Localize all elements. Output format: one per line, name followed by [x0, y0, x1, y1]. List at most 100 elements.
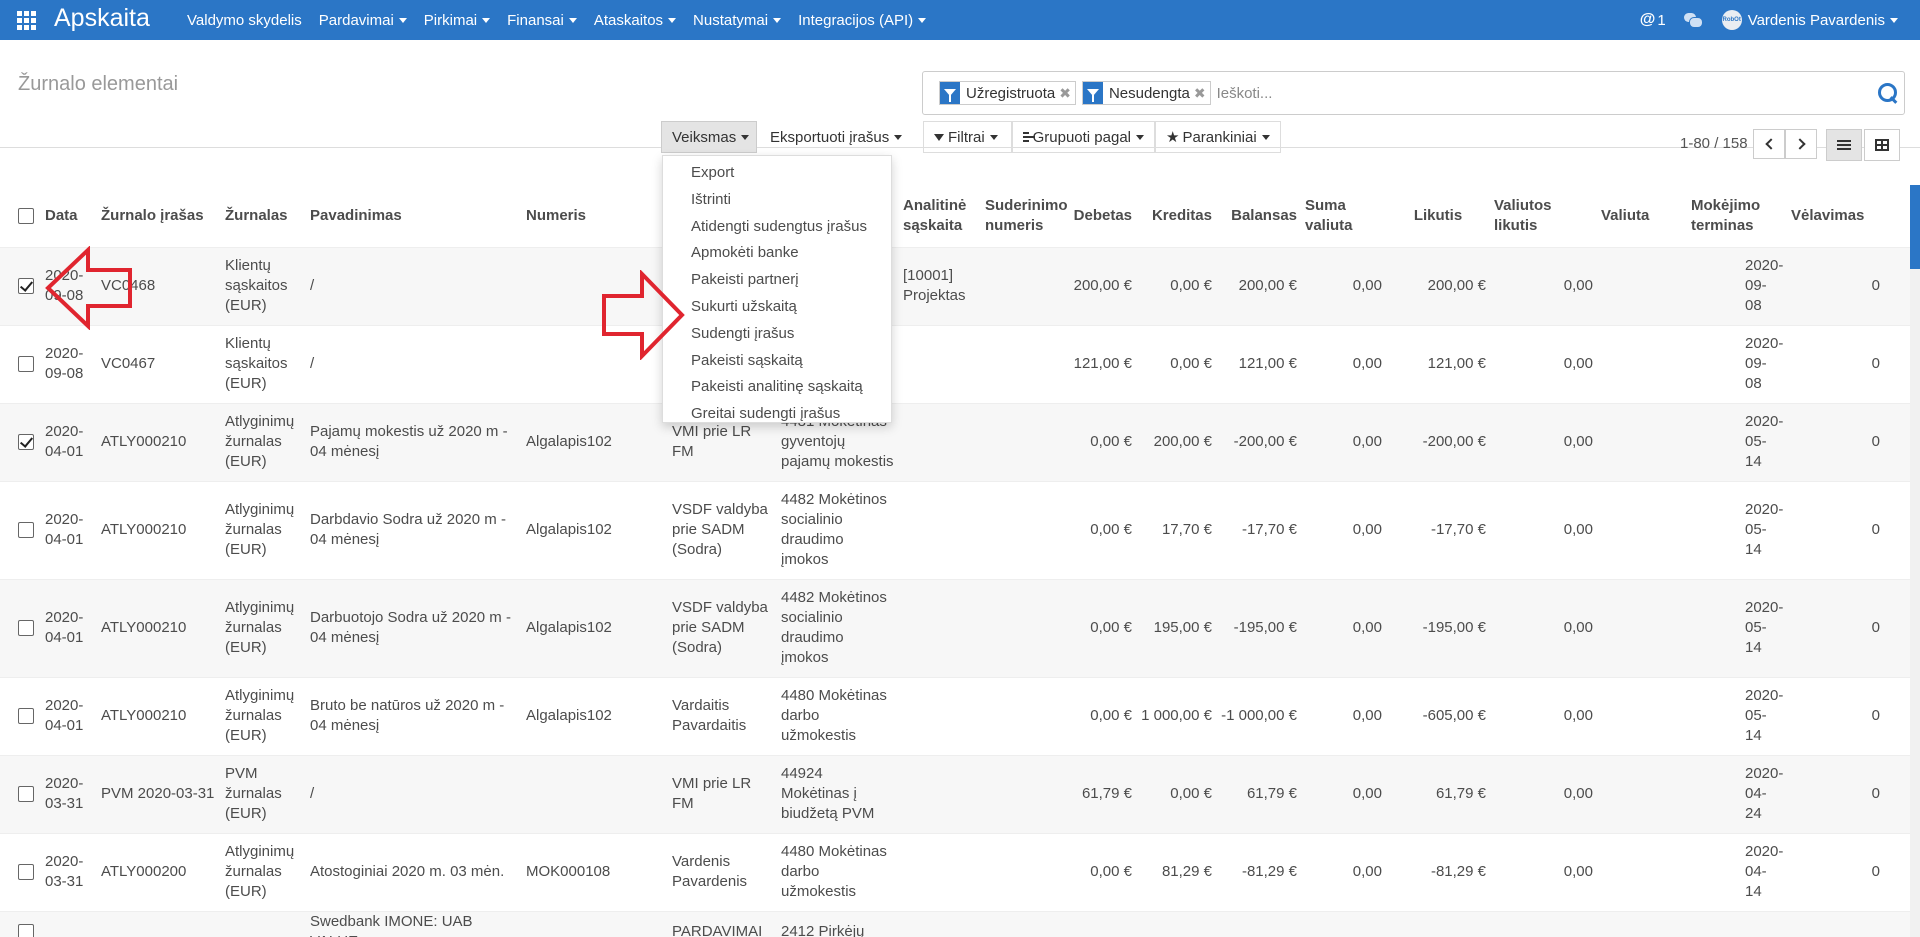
avatar[interactable]: RobOt — [1721, 10, 1742, 30]
pivot-view-button[interactable] — [1864, 129, 1900, 161]
cell-residual: 61,79 € — [1435, 785, 1486, 802]
table-row[interactable]: 2020-03-31 PVM 2020-03-31 PVM žurnalas (EU… — [0, 755, 1910, 833]
select-all-checkbox[interactable] — [18, 207, 34, 224]
row-checkbox[interactable] — [18, 864, 34, 881]
table-row[interactable]: 2020-09-08 VC0468 Klientų sąskaitos (EUR) /… — [0, 247, 1910, 325]
scrollbar-thumb[interactable] — [1910, 185, 1920, 269]
row-select-cell[interactable] — [0, 755, 41, 833]
action-menu-item[interactable]: Sukurti užskaitą — [663, 294, 891, 321]
column-header[interactable]: Suma valiuta — [1301, 185, 1386, 247]
row-select-cell[interactable] — [0, 579, 41, 677]
filters-button[interactable]: Filtrai — [923, 121, 1012, 153]
table-row[interactable]: 2020-04-01 ATLY000210 Atlyginimų žurnalas … — [0, 403, 1910, 481]
export-records-button[interactable]: Eksportuoti įrašus — [759, 121, 905, 153]
row-checkbox[interactable] — [18, 786, 34, 803]
row-checkbox[interactable] — [18, 356, 34, 373]
row-select-cell[interactable] — [0, 325, 41, 403]
nav-item-6[interactable]: Integracijos (API) — [798, 12, 927, 29]
action-menu-item[interactable]: Pakeisti sąskaitą — [663, 348, 891, 375]
row-select-cell[interactable] — [0, 911, 41, 937]
row-select-cell[interactable] — [0, 833, 41, 911]
cell-entry: ATLY000210 — [101, 521, 187, 538]
search-facet-unreconciled[interactable]: Nesudengta ✖ — [1081, 81, 1211, 105]
action-menu-item[interactable]: Atidengti sudengtus įrašus — [663, 214, 891, 241]
group-by-button-label: Grupuoti pagal — [1032, 128, 1131, 146]
action-menu-item[interactable]: Greitai sudengti įrašus — [663, 401, 891, 428]
row-select-cell[interactable] — [0, 677, 41, 755]
column-header[interactable]: Žurnalo įrašas — [97, 185, 221, 247]
select-all-checkbox-cell[interactable] — [0, 185, 41, 247]
row-checkbox[interactable] — [18, 434, 34, 451]
table-row[interactable]: 2020-04-01 ATLY000210 Atlyginimų žurnalas … — [0, 677, 1910, 755]
chevron-down-icon — [1136, 134, 1144, 140]
pager-next-button[interactable] — [1785, 129, 1817, 159]
action-menu-item[interactable]: Sudengti įrašus — [663, 321, 891, 348]
close-icon[interactable]: ✖ — [1194, 85, 1210, 102]
row-select-cell[interactable] — [0, 481, 41, 579]
mentions-button[interactable]: @ 1 — [1640, 11, 1666, 29]
column-header[interactable]: Analitinė sąskaita — [899, 185, 981, 247]
list-view-button[interactable] — [1826, 129, 1862, 161]
cell-name: Darbdavio Sodra už 2020 m - 04 mėnesį — [310, 511, 506, 548]
nav-item-2[interactable]: Pirkimai — [424, 12, 491, 29]
table-row[interactable]: 2020-04-01 ATLY000210 Atlyginimų žurnalas … — [0, 579, 1910, 677]
column-header[interactable]: Suderinimo numeris — [981, 185, 1068, 247]
search-box[interactable]: Užregistruota ✖ Nesudengta ✖ — [922, 71, 1905, 115]
column-header[interactable]: Debetas — [1068, 185, 1136, 247]
column-header[interactable]: Data — [41, 185, 97, 247]
group-by-button[interactable]: Grupuoti pagal — [1012, 121, 1155, 153]
close-icon[interactable]: ✖ — [1059, 85, 1075, 102]
row-checkbox[interactable] — [18, 923, 34, 937]
column-header[interactable]: Kreditas — [1136, 185, 1216, 247]
column-header[interactable]: Valiuta — [1597, 185, 1687, 247]
app-brand[interactable]: Apskaita — [54, 4, 150, 33]
action-dropdown-button[interactable]: Veiksmas — [661, 121, 757, 153]
table-row[interactable]: 2020-09-08 VC0467 Klientų sąskaitos (EUR) /… — [0, 325, 1910, 403]
column-header[interactable]: Vėlavimas — [1787, 185, 1910, 247]
row-select-cell[interactable] — [0, 247, 41, 325]
bars-icon — [1023, 132, 1035, 142]
column-header[interactable]: Mokėjimo terminas — [1687, 185, 1787, 247]
action-menu-item[interactable]: Ištrinti — [663, 187, 891, 214]
search-input[interactable] — [1216, 78, 1904, 108]
vertical-scrollbar[interactable] — [1910, 185, 1920, 937]
column-header[interactable]: Likutis — [1386, 185, 1490, 247]
row-checkbox[interactable] — [18, 522, 34, 539]
column-header[interactable]: Žurnalas — [221, 185, 306, 247]
row-checkbox[interactable] — [18, 278, 34, 295]
action-menu-item[interactable]: Pakeisti analitinę sąskaitą — [663, 374, 891, 401]
table-row[interactable]: Swedbank IMONE: UAB VALUE PARDAVIMAI 2412 … — [0, 911, 1910, 937]
favorites-button[interactable]: ★ Parankiniai — [1155, 121, 1281, 153]
cell-credit: 17,70 € — [1161, 521, 1212, 538]
cell-reconcile — [981, 677, 1068, 755]
apps-menu-icon[interactable] — [17, 11, 37, 30]
pager-previous-button[interactable] — [1753, 129, 1785, 159]
chat-icon[interactable] — [1683, 13, 1703, 28]
column-header[interactable]: Balansas — [1216, 185, 1301, 247]
search-facet-registered[interactable]: Užregistruota ✖ — [939, 81, 1076, 105]
row-checkbox[interactable] — [18, 620, 34, 637]
nav-item-0[interactable]: Valdymo skydelis — [187, 12, 302, 29]
action-menu-item[interactable]: Export — [663, 160, 891, 187]
row-select-cell[interactable] — [0, 403, 41, 481]
table-row[interactable]: 2020-03-31 ATLY000200 Atlyginimų žurnalas … — [0, 833, 1910, 911]
nav-item-3[interactable]: Finansai — [507, 12, 577, 29]
action-menu-item[interactable]: Pakeisti partnerį — [663, 267, 891, 294]
cell-analytic — [899, 911, 981, 937]
row-checkbox[interactable] — [18, 708, 34, 725]
column-header[interactable]: Pavadinimas — [306, 185, 522, 247]
nav-item-1[interactable]: Pardavimai — [319, 12, 407, 29]
annotation-arrow-right — [602, 270, 685, 360]
pager-value[interactable]: 1-80 / 158 — [1680, 135, 1748, 152]
search-icon[interactable] — [1877, 82, 1899, 104]
column-header[interactable]: Valiutos likutis — [1490, 185, 1597, 247]
column-header[interactable]: Numeris — [522, 185, 668, 247]
cell-date: 2020-04-01 — [45, 609, 84, 646]
user-menu[interactable]: Vardenis Pavardenis — [1748, 12, 1898, 29]
favorites-button-label: Parankiniai — [1182, 128, 1257, 146]
cell-maturity: 2020-04-14 — [1745, 843, 1784, 900]
table-row[interactable]: 2020-04-01 ATLY000210 Atlyginimų žurnalas … — [0, 481, 1910, 579]
nav-item-5[interactable]: Nustatymai — [693, 12, 782, 29]
action-menu-item[interactable]: Apmokėti banke — [663, 240, 891, 267]
nav-item-4[interactable]: Ataskaitos — [594, 12, 677, 29]
